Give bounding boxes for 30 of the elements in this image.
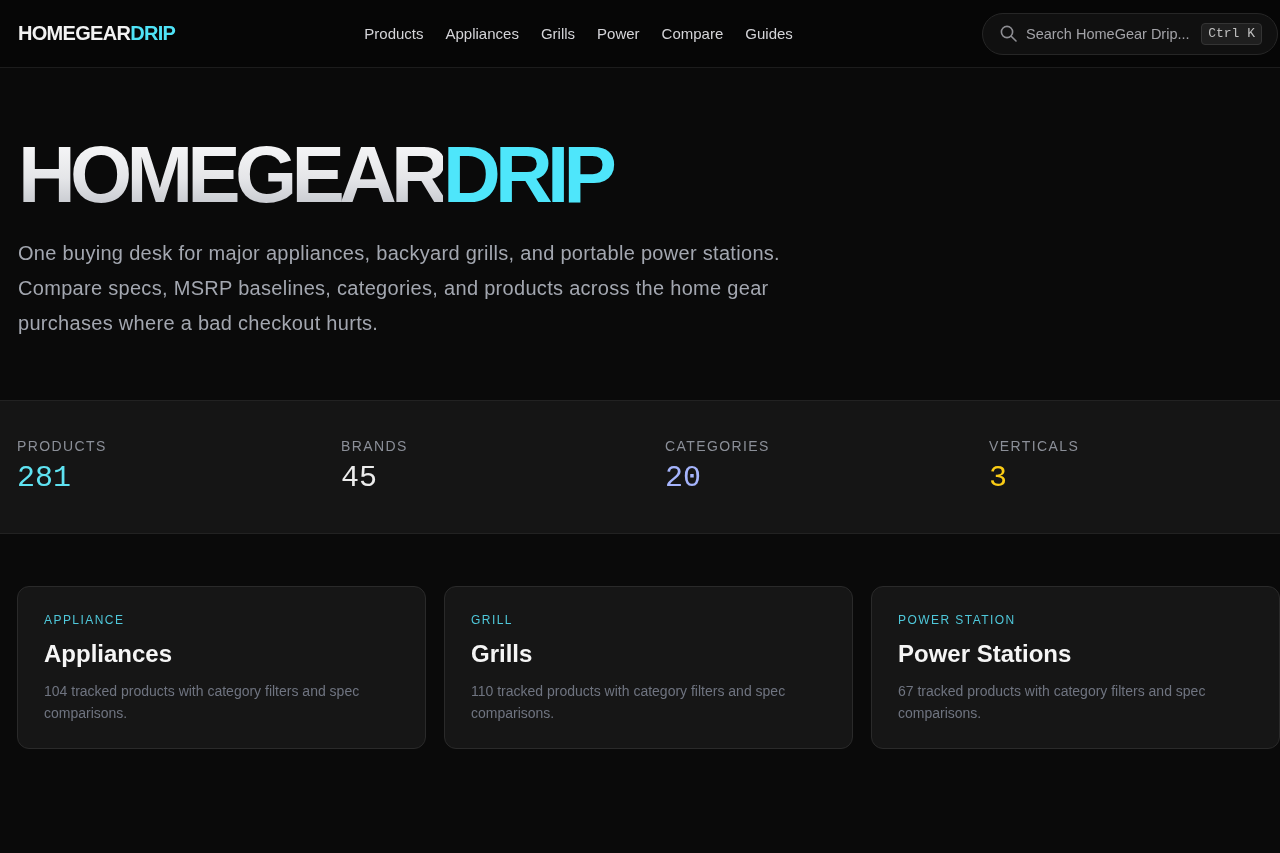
- nav-link[interactable]: Power: [597, 25, 640, 42]
- card-title: Power Stations: [898, 639, 1073, 669]
- stat-label: VERTICALS: [989, 437, 1081, 455]
- card-title: Appliances: [44, 639, 174, 669]
- search-icon: [1000, 25, 1017, 42]
- card-description: 67 tracked products with category filters and spec comparisons.: [898, 682, 1207, 723]
- card-description: 110 tracked products with category filters and spec comparisons.: [471, 682, 787, 723]
- hero-description: One buying desk for major appliances, backyard grills, and portable power stations. Compare specs, MSRP baselines, categories, and products across the home gear purchases where a bad checkout hurts.: [18, 241, 781, 336]
- logo-wordmark[interactable]: HOMEGEARDRIP: [18, 22, 176, 45]
- nav-link[interactable]: Compare: [661, 25, 724, 42]
- nav-link[interactable]: Guides: [745, 25, 793, 42]
- stat-label: PRODUCTS: [17, 437, 108, 455]
- nav-link[interactable]: Appliances: [445, 25, 519, 42]
- stat-value: 20: [665, 460, 702, 496]
- shortcut-key: Ctrl K: [1201, 22, 1262, 45]
- nav-link[interactable]: Grills: [540, 25, 576, 42]
- card-description: 104 tracked products with category filters and spec comparisons.: [44, 682, 361, 723]
- stat-label: CATEGORIES: [665, 437, 771, 455]
- stat-value: 3: [989, 460, 1008, 496]
- card-category-label: APPLIANCE: [44, 612, 126, 628]
- category-card[interactable]: APPLIANCE Appliances 104 tracked products with category filters and spec comparisons.: [17, 586, 426, 749]
- category-card[interactable]: POWER STATION Power Stations 67 tracked products with category filters and spec comparisons.: [871, 586, 1280, 749]
- nav-link[interactable]: Products: [364, 25, 424, 42]
- stat-value: 45: [341, 460, 378, 496]
- card-category-label: POWER STATION: [898, 612, 1017, 628]
- category-card[interactable]: GRILL Grills 110 tracked products with category filters and spec comparisons.: [444, 586, 853, 749]
- card-title: Grills: [471, 639, 534, 669]
- stat-value: 281: [17, 460, 72, 496]
- stat-label: BRANDS: [341, 437, 409, 455]
- card-category-label: GRILL: [471, 612, 514, 628]
